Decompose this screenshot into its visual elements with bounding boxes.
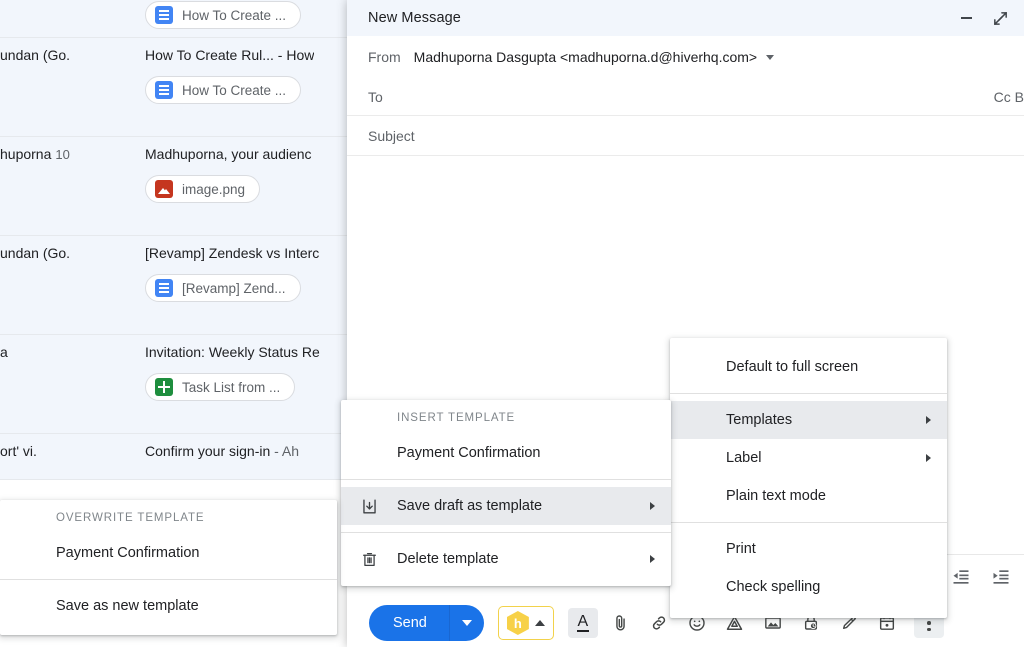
google-docs-icon xyxy=(155,279,173,297)
from-label: From xyxy=(368,49,401,65)
menu-item-payment-confirmation[interactable]: Payment Confirmation xyxy=(341,434,671,472)
to-label: To xyxy=(368,88,383,105)
menu-item-save-draft-as-template[interactable]: Save draft as template xyxy=(341,487,671,525)
menu-item-label: Payment Confirmation xyxy=(56,545,200,561)
subject-input[interactable]: Subject xyxy=(368,128,415,144)
menu-separator xyxy=(341,532,671,533)
submenu-arrow-icon xyxy=(926,454,931,462)
menu-item-label: Check spelling xyxy=(726,579,821,595)
menu-item-label: Print xyxy=(726,541,756,557)
menu-item-label: Label xyxy=(726,450,762,466)
mail-subject: Madhuporna, your audienc xyxy=(145,146,312,162)
menu-item-label: Save draft as template xyxy=(397,498,543,514)
indent-more-icon[interactable] xyxy=(986,562,1016,592)
hiver-logo-icon: h xyxy=(506,611,529,635)
cc-bcc-toggle[interactable]: Cc B xyxy=(994,89,1024,105)
to-field-row[interactable]: To Cc B xyxy=(347,78,1024,116)
attach-file-icon[interactable] xyxy=(606,608,636,638)
menu-item-save-as-new-template[interactable]: Save as new template xyxy=(0,587,337,625)
minimize-icon[interactable] xyxy=(956,8,976,28)
mail-row[interactable]: How To Create ... xyxy=(0,0,350,38)
from-field-row[interactable]: From Madhuporna Dasgupta <madhuporna.d@h… xyxy=(347,36,1024,78)
mail-sender: undan (Go. xyxy=(0,47,71,63)
attachment-chip-label: How To Create ... xyxy=(182,82,287,98)
submenu-arrow-icon xyxy=(650,555,655,563)
mail-row[interactable]: undan (Go. [Revamp] Zendesk vs Interc [Rev… xyxy=(0,236,350,335)
chevron-down-icon[interactable] xyxy=(766,54,775,60)
image-file-icon xyxy=(155,180,173,198)
attachment-chip-label: image.png xyxy=(182,181,246,197)
attachment-chip[interactable]: How To Create ... xyxy=(145,1,302,29)
mail-thread-count: 10 xyxy=(55,147,70,162)
menu-item-payment-confirmation[interactable]: Payment Confirmation xyxy=(0,534,337,572)
menu-separator xyxy=(670,522,947,523)
attachment-chip-label: [Revamp] Zend... xyxy=(182,280,286,296)
google-sheets-icon xyxy=(155,378,173,396)
more-options-menu: Default to full screen Templates Label Plai… xyxy=(670,338,947,618)
menu-separator xyxy=(670,393,947,394)
menu-item-label[interactable]: Label xyxy=(670,439,947,477)
save-draft-icon xyxy=(341,497,397,516)
formatting-options-icon[interactable]: A xyxy=(567,608,598,638)
menu-item-plain-text-mode[interactable]: Plain text mode xyxy=(670,477,947,515)
google-docs-icon xyxy=(155,6,173,24)
attachment-chip-label: How To Create ... xyxy=(182,7,287,23)
submenu-arrow-icon xyxy=(926,416,931,424)
mail-subject: Invitation: Weekly Status Re xyxy=(145,344,320,360)
mail-subject: Confirm your sign-in - Ah xyxy=(145,443,300,459)
attachment-chip[interactable]: Task List from ... xyxy=(145,373,296,401)
google-docs-icon xyxy=(155,81,173,99)
attachment-chip[interactable]: How To Create ... xyxy=(145,76,302,104)
mail-sender: a xyxy=(0,344,8,360)
menu-item-label: Templates xyxy=(726,412,793,428)
mail-sender: huporna 10 xyxy=(0,146,70,162)
mail-subject: How To Create Rul... - How xyxy=(145,47,315,63)
send-button[interactable]: Send xyxy=(369,605,450,641)
trash-icon xyxy=(341,550,397,569)
hiver-toolbar[interactable]: h xyxy=(497,606,554,640)
subject-field-row[interactable]: Subject xyxy=(347,116,1024,156)
menu-item-delete-template[interactable]: Delete template xyxy=(341,540,671,578)
send-options-dropdown[interactable] xyxy=(450,605,484,641)
mail-sender: ort' vi. xyxy=(0,443,37,459)
mail-snippet: - Ah xyxy=(270,443,300,459)
mail-sender: undan (Go. xyxy=(0,245,71,261)
mail-row[interactable]: ort' vi. Confirm your sign-in - Ah xyxy=(0,434,350,480)
menu-section-header: INSERT TEMPLATE xyxy=(397,412,516,424)
mail-subject: [Revamp] Zendesk vs Interc xyxy=(145,245,320,261)
indent-less-icon[interactable] xyxy=(946,562,976,592)
send-button-group: Send xyxy=(369,605,484,641)
menu-item-templates[interactable]: Templates xyxy=(670,401,947,439)
mail-row[interactable]: huporna 10 Madhuporna, your audienc image.p… xyxy=(0,137,350,236)
menu-item-label: Default to full screen xyxy=(726,359,859,375)
save-draft-submenu: OVERWRITE TEMPLATE Payment Confirmation Sa… xyxy=(0,500,337,635)
menu-item-print[interactable]: Print xyxy=(670,530,947,568)
compose-window-controls xyxy=(956,8,1010,28)
menu-item-default-to-full-screen[interactable]: Default to full screen xyxy=(670,348,947,386)
attachment-chip[interactable]: [Revamp] Zend... xyxy=(145,274,301,302)
full-screen-icon[interactable] xyxy=(990,8,1010,28)
menu-separator xyxy=(0,579,337,580)
submenu-arrow-icon xyxy=(650,502,655,510)
compose-title: New Message xyxy=(368,10,461,26)
mail-row[interactable]: a Invitation: Weekly Status Re Task List f… xyxy=(0,335,350,434)
menu-item-label: Payment Confirmation xyxy=(397,445,541,461)
attachment-chip[interactable]: image.png xyxy=(145,175,261,203)
chevron-up-icon[interactable] xyxy=(534,620,545,626)
templates-submenu: INSERT TEMPLATE Payment Confirmation Save … xyxy=(341,400,671,586)
menu-item-label: Plain text mode xyxy=(726,488,826,504)
mail-row[interactable]: undan (Go. How To Create Rul... - How How … xyxy=(0,38,350,137)
from-value: Madhuporna Dasgupta <madhuporna.d@hiverh… xyxy=(413,49,758,65)
menu-item-check-spelling[interactable]: Check spelling xyxy=(670,568,947,606)
menu-section-header: OVERWRITE TEMPLATE xyxy=(56,512,205,524)
attachment-chip-label: Task List from ... xyxy=(182,379,281,395)
compose-header: New Message xyxy=(347,0,1024,36)
menu-item-label: Delete template xyxy=(397,551,499,567)
menu-separator xyxy=(341,479,671,480)
menu-item-label: Save as new template xyxy=(56,598,199,614)
